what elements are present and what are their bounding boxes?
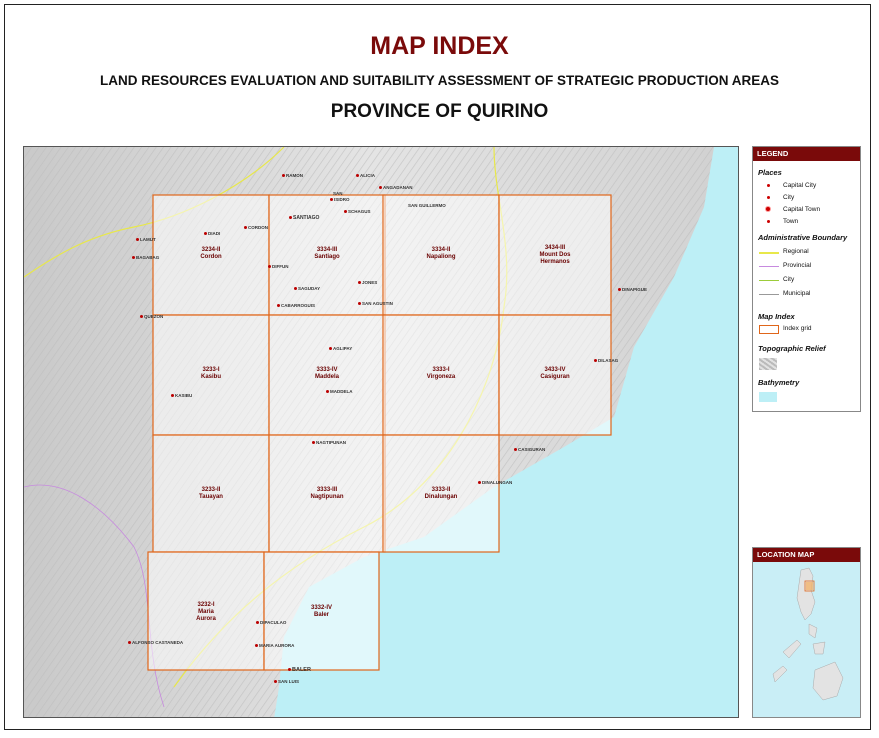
legend-item: Capital Town bbox=[783, 206, 821, 213]
cell-label-8: 3433-IV Casiguran bbox=[540, 367, 570, 380]
cell-label-13: 3332-IV Baler bbox=[310, 605, 332, 618]
cell-label-7: 3333-I Virgoneza bbox=[426, 367, 456, 380]
place-label: MARIA AURORA bbox=[255, 643, 294, 648]
place-label: SAN bbox=[333, 191, 343, 196]
legend-index-title: Map Index bbox=[758, 312, 795, 321]
place-label: SAN AGUSTIN bbox=[358, 301, 393, 306]
place-label: SAN LUIS bbox=[274, 679, 299, 684]
legend-places-title: Places bbox=[758, 168, 782, 177]
place-label: QUEZON bbox=[140, 314, 163, 319]
map-canvas[interactable]: 3234-II Cordon 3334-III Santiago 3334-II Na… bbox=[23, 146, 739, 718]
city-symbol bbox=[767, 196, 770, 199]
place-label: DIFFUN bbox=[268, 264, 289, 269]
place-label: NAGTIPUNAN bbox=[312, 440, 346, 445]
place-label: JONES bbox=[358, 280, 377, 285]
place-label: CASIGURAN bbox=[514, 447, 545, 452]
legend-bathy-title: Bathymetry bbox=[758, 378, 800, 387]
legend-item: Capital City bbox=[783, 182, 817, 189]
legend-item: Town bbox=[783, 218, 799, 225]
place-label: ISIDRO bbox=[330, 197, 350, 202]
regional-line-symbol bbox=[759, 252, 779, 254]
place-label: SAN GUILLERMO bbox=[408, 203, 446, 208]
place-label: ANGADANAN bbox=[379, 185, 413, 190]
place-label: ALFONSO CASTANEDA bbox=[128, 640, 183, 645]
cell-label-1: 3234-II Cordon bbox=[200, 247, 222, 260]
city-line-symbol bbox=[759, 280, 779, 281]
bathymetry-symbol bbox=[759, 392, 777, 402]
location-map-canvas bbox=[753, 562, 860, 717]
map-subtitle: LAND RESOURCES EVALUATION AND SUITABILIT… bbox=[99, 73, 780, 88]
place-label: SCHAGUS bbox=[344, 209, 371, 214]
cell-label-11: 3333-II Dinalungan bbox=[424, 487, 458, 500]
capital-town-symbol bbox=[766, 207, 770, 211]
legend-item: Provincial bbox=[783, 262, 812, 269]
legend-item: Index grid bbox=[783, 325, 812, 332]
map-title: MAP INDEX bbox=[370, 32, 509, 60]
place-label: DINAPIGUE bbox=[618, 287, 647, 292]
place-label: MADDELA bbox=[326, 389, 353, 394]
place-label: SAGUDAY bbox=[294, 286, 320, 291]
place-label: BAGABAG bbox=[132, 255, 159, 260]
place-label: BALER bbox=[288, 667, 311, 673]
location-map-title: LOCATION MAP bbox=[753, 548, 860, 562]
legend-item: City bbox=[783, 194, 795, 201]
place-label: DIPACULAO bbox=[256, 620, 286, 625]
relief-symbol bbox=[759, 358, 777, 370]
legend-panel: LEGEND Places Capital City City Capital … bbox=[752, 146, 861, 412]
legend-item: City bbox=[783, 276, 795, 283]
place-label: DILASAG bbox=[594, 358, 618, 363]
place-label: SANTIAGO bbox=[289, 215, 319, 221]
place-label: RAMON bbox=[282, 173, 303, 178]
cell-label-3: 3334-II Napaliong bbox=[426, 247, 456, 260]
cell-label-6: 3333-IV Maddela bbox=[314, 367, 339, 380]
cell-label-4: 3434-III Mount Dos Hermanos bbox=[539, 245, 571, 265]
legend-item: Municipal bbox=[783, 290, 811, 297]
place-label: AGLIPAY bbox=[329, 346, 352, 351]
place-label: KASIBU bbox=[171, 393, 192, 398]
cell-label-10: 3333-III Nagtipunan bbox=[310, 487, 344, 500]
place-label: CABARROGUIS bbox=[277, 303, 315, 308]
capital-city-symbol bbox=[767, 184, 770, 187]
cell-label-9: 3233-II Tauayan bbox=[199, 487, 223, 500]
index-grid-layer bbox=[147, 194, 612, 671]
index-grid-symbol bbox=[759, 325, 779, 334]
cell-label-12: 3232-I Maria Aurora bbox=[196, 602, 216, 622]
location-map-panel: LOCATION MAP bbox=[752, 547, 861, 718]
place-label: ALICIA bbox=[356, 173, 375, 178]
province-title: PROVINCE OF QUIRINO bbox=[330, 101, 549, 122]
place-label: LAMUT bbox=[136, 237, 156, 242]
legend-title: LEGEND bbox=[753, 147, 860, 161]
place-label: DIADI bbox=[204, 231, 220, 236]
cell-label-2: 3334-III Santiago bbox=[314, 247, 340, 260]
legend-item: Regional bbox=[783, 248, 809, 255]
provincial-line-symbol bbox=[759, 266, 779, 267]
legend-relief-title: Topographic Relief bbox=[758, 344, 826, 353]
town-symbol bbox=[767, 220, 770, 223]
legend-admin-title: Administrative Boundary bbox=[758, 233, 848, 242]
place-label: DINALUNGAN bbox=[478, 480, 512, 485]
place-label: CORDON bbox=[244, 225, 268, 230]
cell-label-5: 3233-I Kasibu bbox=[200, 367, 221, 380]
municipal-line-symbol bbox=[759, 294, 779, 295]
